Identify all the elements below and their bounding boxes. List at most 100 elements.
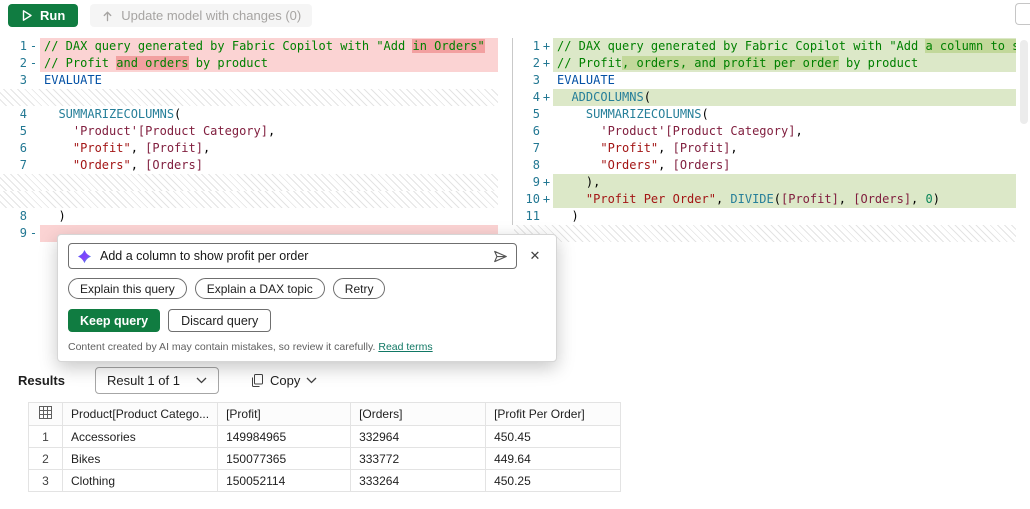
column-header[interactable]: [Profit] xyxy=(217,402,352,426)
column-header[interactable]: [Orders] xyxy=(350,402,487,426)
code-line-content[interactable]: ), xyxy=(553,174,1016,191)
code-line-content[interactable]: 'Product'[Product Category], xyxy=(553,123,1016,140)
line-number: 3 xyxy=(19,73,27,87)
chevron-down-icon xyxy=(196,377,207,384)
code-line-content[interactable]: "Orders", [Orders] xyxy=(40,157,498,174)
send-icon[interactable] xyxy=(493,249,508,264)
code-line[interactable]: 4 + ADDCOLUMNS( xyxy=(513,89,1030,106)
code-line-content[interactable]: 'Product'[Product Category], xyxy=(40,123,498,140)
code-line[interactable]: 1-// DAX query generated by Fabric Copil… xyxy=(0,38,512,55)
table-cell: 450.45 xyxy=(485,425,622,448)
code-line[interactable]: 7 "Orders", [Orders] xyxy=(0,157,512,174)
run-button[interactable]: Run xyxy=(8,3,79,27)
code-line-content[interactable]: "Profit", [Profit], xyxy=(40,140,498,157)
copilot-suggestion-pills: Explain this query Explain a DAX topic Ret… xyxy=(68,278,546,299)
column-header[interactable]: [Profit Per Order] xyxy=(485,402,622,426)
code-line-content[interactable]: "Profit", [Profit], xyxy=(553,140,1016,157)
table-cell: Bikes xyxy=(61,447,219,470)
code-line-content[interactable]: // DAX query generated by Fabric Copilot… xyxy=(40,38,498,55)
table-cell: 149984965 xyxy=(217,425,352,448)
code-line-content[interactable]: // DAX query generated by Fabric Copilot… xyxy=(553,38,1016,55)
code-line[interactable]: 4 SUMMARIZECOLUMNS( xyxy=(0,106,512,123)
code-line[interactable]: 6 'Product'[Product Category], xyxy=(513,123,1030,140)
grid-icon[interactable] xyxy=(28,402,63,426)
code-line[interactable]: 1 +// DAX query generated by Fabric Copil… xyxy=(513,38,1030,55)
discard-query-button[interactable]: Discard query xyxy=(168,309,272,332)
result-selector-value: Result 1 of 1 xyxy=(106,372,180,388)
code-line-content[interactable]: // Profit and orders by product xyxy=(40,55,498,72)
code-line-content[interactable]: // Profit, orders, and profit per order … xyxy=(553,55,1016,72)
result-selector-dropdown[interactable]: Result 1 of 1 xyxy=(94,366,219,394)
line-number: 8 xyxy=(532,158,540,172)
code-line-content[interactable]: EVALUATE xyxy=(40,72,498,89)
table-cell: 333264 xyxy=(350,469,487,492)
code-line[interactable]: 8 "Orders", [Orders] xyxy=(513,157,1030,174)
code-line[interactable]: 5 'Product'[Product Category], xyxy=(0,123,512,140)
diff-original-pane[interactable]: 1-// DAX query generated by Fabric Copil… xyxy=(0,38,512,242)
copy-icon xyxy=(250,373,264,388)
diff-modified-pane[interactable]: 1 +// DAX query generated by Fabric Copil… xyxy=(513,38,1030,242)
toolbar-overflow-control[interactable] xyxy=(1015,3,1030,25)
code-line[interactable]: 10 + "Profit Per Order", DIVIDE([Profit],… xyxy=(513,191,1030,208)
editor-scrollbar[interactable] xyxy=(1020,40,1028,124)
update-model-button[interactable]: Update model with changes (0) xyxy=(90,3,313,27)
copilot-prompt-text: Add a column to show profit per order xyxy=(100,249,309,263)
code-line-content[interactable]: ADDCOLUMNS( xyxy=(553,89,1016,106)
toolbar: Run Update model with changes (0) xyxy=(0,0,1030,30)
diff-spacer xyxy=(513,225,1016,242)
table-cell: Accessories xyxy=(61,425,219,448)
line-number: 4 + xyxy=(532,90,551,104)
ai-disclaimer: Content created by AI may contain mistak… xyxy=(68,341,546,353)
update-model-label: Update model with changes (0) xyxy=(121,7,302,23)
code-line[interactable]: 6 "Profit", [Profit], xyxy=(0,140,512,157)
read-terms-link[interactable]: Read terms xyxy=(378,341,432,353)
code-line[interactable]: 5 SUMMARIZECOLUMNS( xyxy=(513,106,1030,123)
row-number[interactable]: 2 xyxy=(28,447,63,470)
results-toolbar: Results Result 1 of 1 Copy xyxy=(18,366,323,394)
code-line-content[interactable]: SUMMARIZECOLUMNS( xyxy=(553,106,1016,123)
code-line[interactable]: 11 ) xyxy=(513,208,1030,225)
line-number: 7 xyxy=(19,158,27,172)
code-line-content[interactable]: EVALUATE xyxy=(553,72,1016,89)
results-title: Results xyxy=(18,372,65,388)
copilot-input-row: Add a column to show profit per order ✕ xyxy=(68,243,546,269)
code-line[interactable]: 9 + ), xyxy=(513,174,1030,191)
line-number: 6 xyxy=(532,124,540,138)
copilot-action-explain-this-query[interactable]: Explain this query xyxy=(68,278,187,299)
code-line-content[interactable]: "Orders", [Orders] xyxy=(553,157,1016,174)
diff-spacer xyxy=(0,89,498,106)
code-line[interactable]: 8 ) xyxy=(0,208,512,225)
table-row: 2 Bikes 150077365 333772 449.64 xyxy=(28,447,622,470)
table-cell: 450.25 xyxy=(485,469,622,492)
code-line-content[interactable]: SUMMARIZECOLUMNS( xyxy=(40,106,498,123)
ai-disclaimer-text: Content created by AI may contain mistak… xyxy=(68,341,376,353)
row-number[interactable]: 3 xyxy=(28,469,63,492)
code-line[interactable]: 3 EVALUATE xyxy=(0,72,512,89)
copilot-inline-widget: Add a column to show profit per order ✕ … xyxy=(57,234,557,362)
diff-spacer xyxy=(0,191,498,208)
line-number: 10 + xyxy=(525,192,551,206)
line-number: 1- xyxy=(19,39,38,53)
table-row: 3 Clothing 150052114 333264 450.25 xyxy=(28,469,622,492)
code-line[interactable]: 7 "Profit", [Profit], xyxy=(513,140,1030,157)
keep-query-button[interactable]: Keep query xyxy=(68,309,161,332)
code-line-content[interactable]: ) xyxy=(40,208,498,225)
table-cell: 332964 xyxy=(350,425,487,448)
column-header[interactable]: Product[Product Catego... xyxy=(61,402,219,426)
code-line[interactable]: 2 +// Profit, orders, and profit per orde… xyxy=(513,55,1030,72)
line-number: 9- xyxy=(19,226,38,240)
copilot-icon xyxy=(77,249,92,264)
close-icon[interactable]: ✕ xyxy=(524,245,546,267)
copilot-decision-row: Keep query Discard query xyxy=(68,309,546,332)
copilot-action-retry[interactable]: Retry xyxy=(332,278,386,299)
copilot-prompt-input[interactable]: Add a column to show profit per order xyxy=(68,243,517,269)
line-number: 7 xyxy=(532,141,540,155)
copy-button[interactable]: Copy xyxy=(244,372,323,389)
code-line[interactable]: 2-// Profit and orders by product xyxy=(0,55,512,72)
code-line[interactable]: 3 EVALUATE xyxy=(513,72,1030,89)
copilot-action-explain-a-dax-topic[interactable]: Explain a DAX topic xyxy=(194,278,325,299)
code-line-content[interactable]: "Profit Per Order", DIVIDE([Profit], [Or… xyxy=(553,191,1016,208)
code-line-content[interactable]: ) xyxy=(553,208,1016,225)
upload-icon xyxy=(101,9,114,22)
row-number[interactable]: 1 xyxy=(28,425,63,448)
